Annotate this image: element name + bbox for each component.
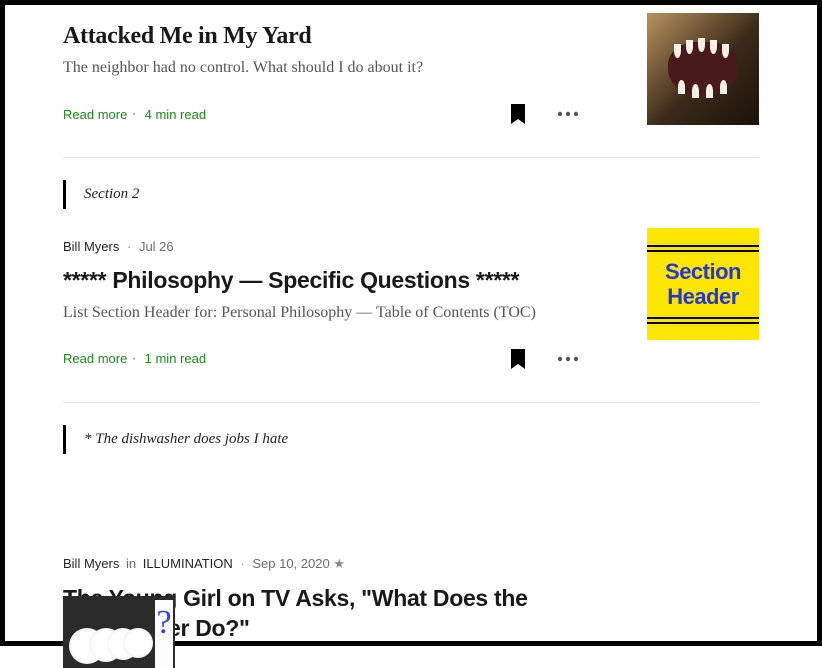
more-options-button[interactable] — [553, 107, 583, 121]
article-card: Attacked Me in My Yard The neighbor had … — [63, 21, 759, 157]
separator-dot: · — [131, 105, 136, 123]
article-byline: Bill Myers in ILLUMINATION · Sep 10, 202… — [63, 556, 759, 572]
author-link[interactable]: Bill Myers — [63, 556, 119, 571]
read-more-link[interactable]: Read more — [63, 351, 127, 366]
article-card: * The dishwasher does jobs I hate ? Bill… — [63, 425, 759, 644]
thumb-text-2: Header — [667, 286, 739, 308]
read-time: 1 min read — [145, 351, 206, 366]
bookmark-button[interactable] — [505, 99, 531, 129]
article-subtitle: The neighbor had no control. What should… — [63, 59, 583, 77]
star-icon: ★ — [333, 556, 345, 571]
article-title[interactable]: ***** Philosophy — Specific Questions **… — [63, 266, 583, 296]
bookmark-button[interactable] — [505, 344, 531, 374]
article-thumbnail[interactable]: ? — [63, 596, 175, 668]
article-title[interactable]: Attacked Me in My Yard — [63, 21, 583, 51]
bookmark-icon — [509, 348, 527, 370]
read-more-link[interactable]: Read more — [63, 107, 127, 122]
section-label: * The dishwasher does jobs I hate — [63, 425, 759, 454]
read-time: 4 min read — [145, 107, 206, 122]
separator-dot: · — [127, 239, 131, 254]
article-thumbnail[interactable]: Section Header — [647, 228, 759, 340]
article-divider — [63, 402, 759, 403]
article-actions: Read more · 4 min read — [63, 99, 583, 129]
separator-dot: · — [240, 556, 244, 571]
article-actions: Read more · 1 min read — [63, 344, 583, 374]
thumb-text-1: Section — [665, 261, 741, 283]
publish-date: Jul 26 — [139, 239, 174, 254]
more-icon — [557, 356, 579, 362]
article-thumbnail[interactable] — [647, 13, 759, 125]
article-subtitle: List Section Header for: Personal Philos… — [63, 304, 583, 322]
article-card: Section 2 Section Header Bill Myers · Ju… — [63, 180, 759, 402]
author-link[interactable]: Bill Myers — [63, 239, 119, 254]
more-icon — [557, 111, 579, 117]
article-divider — [63, 157, 759, 158]
publish-date: Sep 10, 2020 — [252, 556, 329, 571]
bookmark-icon — [509, 103, 527, 125]
more-options-button[interactable] — [553, 352, 583, 366]
dog-illustration — [668, 42, 738, 96]
separator-dot: · — [131, 350, 136, 368]
section-label: Section 2 — [63, 180, 759, 209]
thumb-question-mark: ? — [155, 600, 173, 668]
publication-link[interactable]: ILLUMINATION — [143, 556, 233, 571]
in-word: in — [126, 556, 136, 571]
